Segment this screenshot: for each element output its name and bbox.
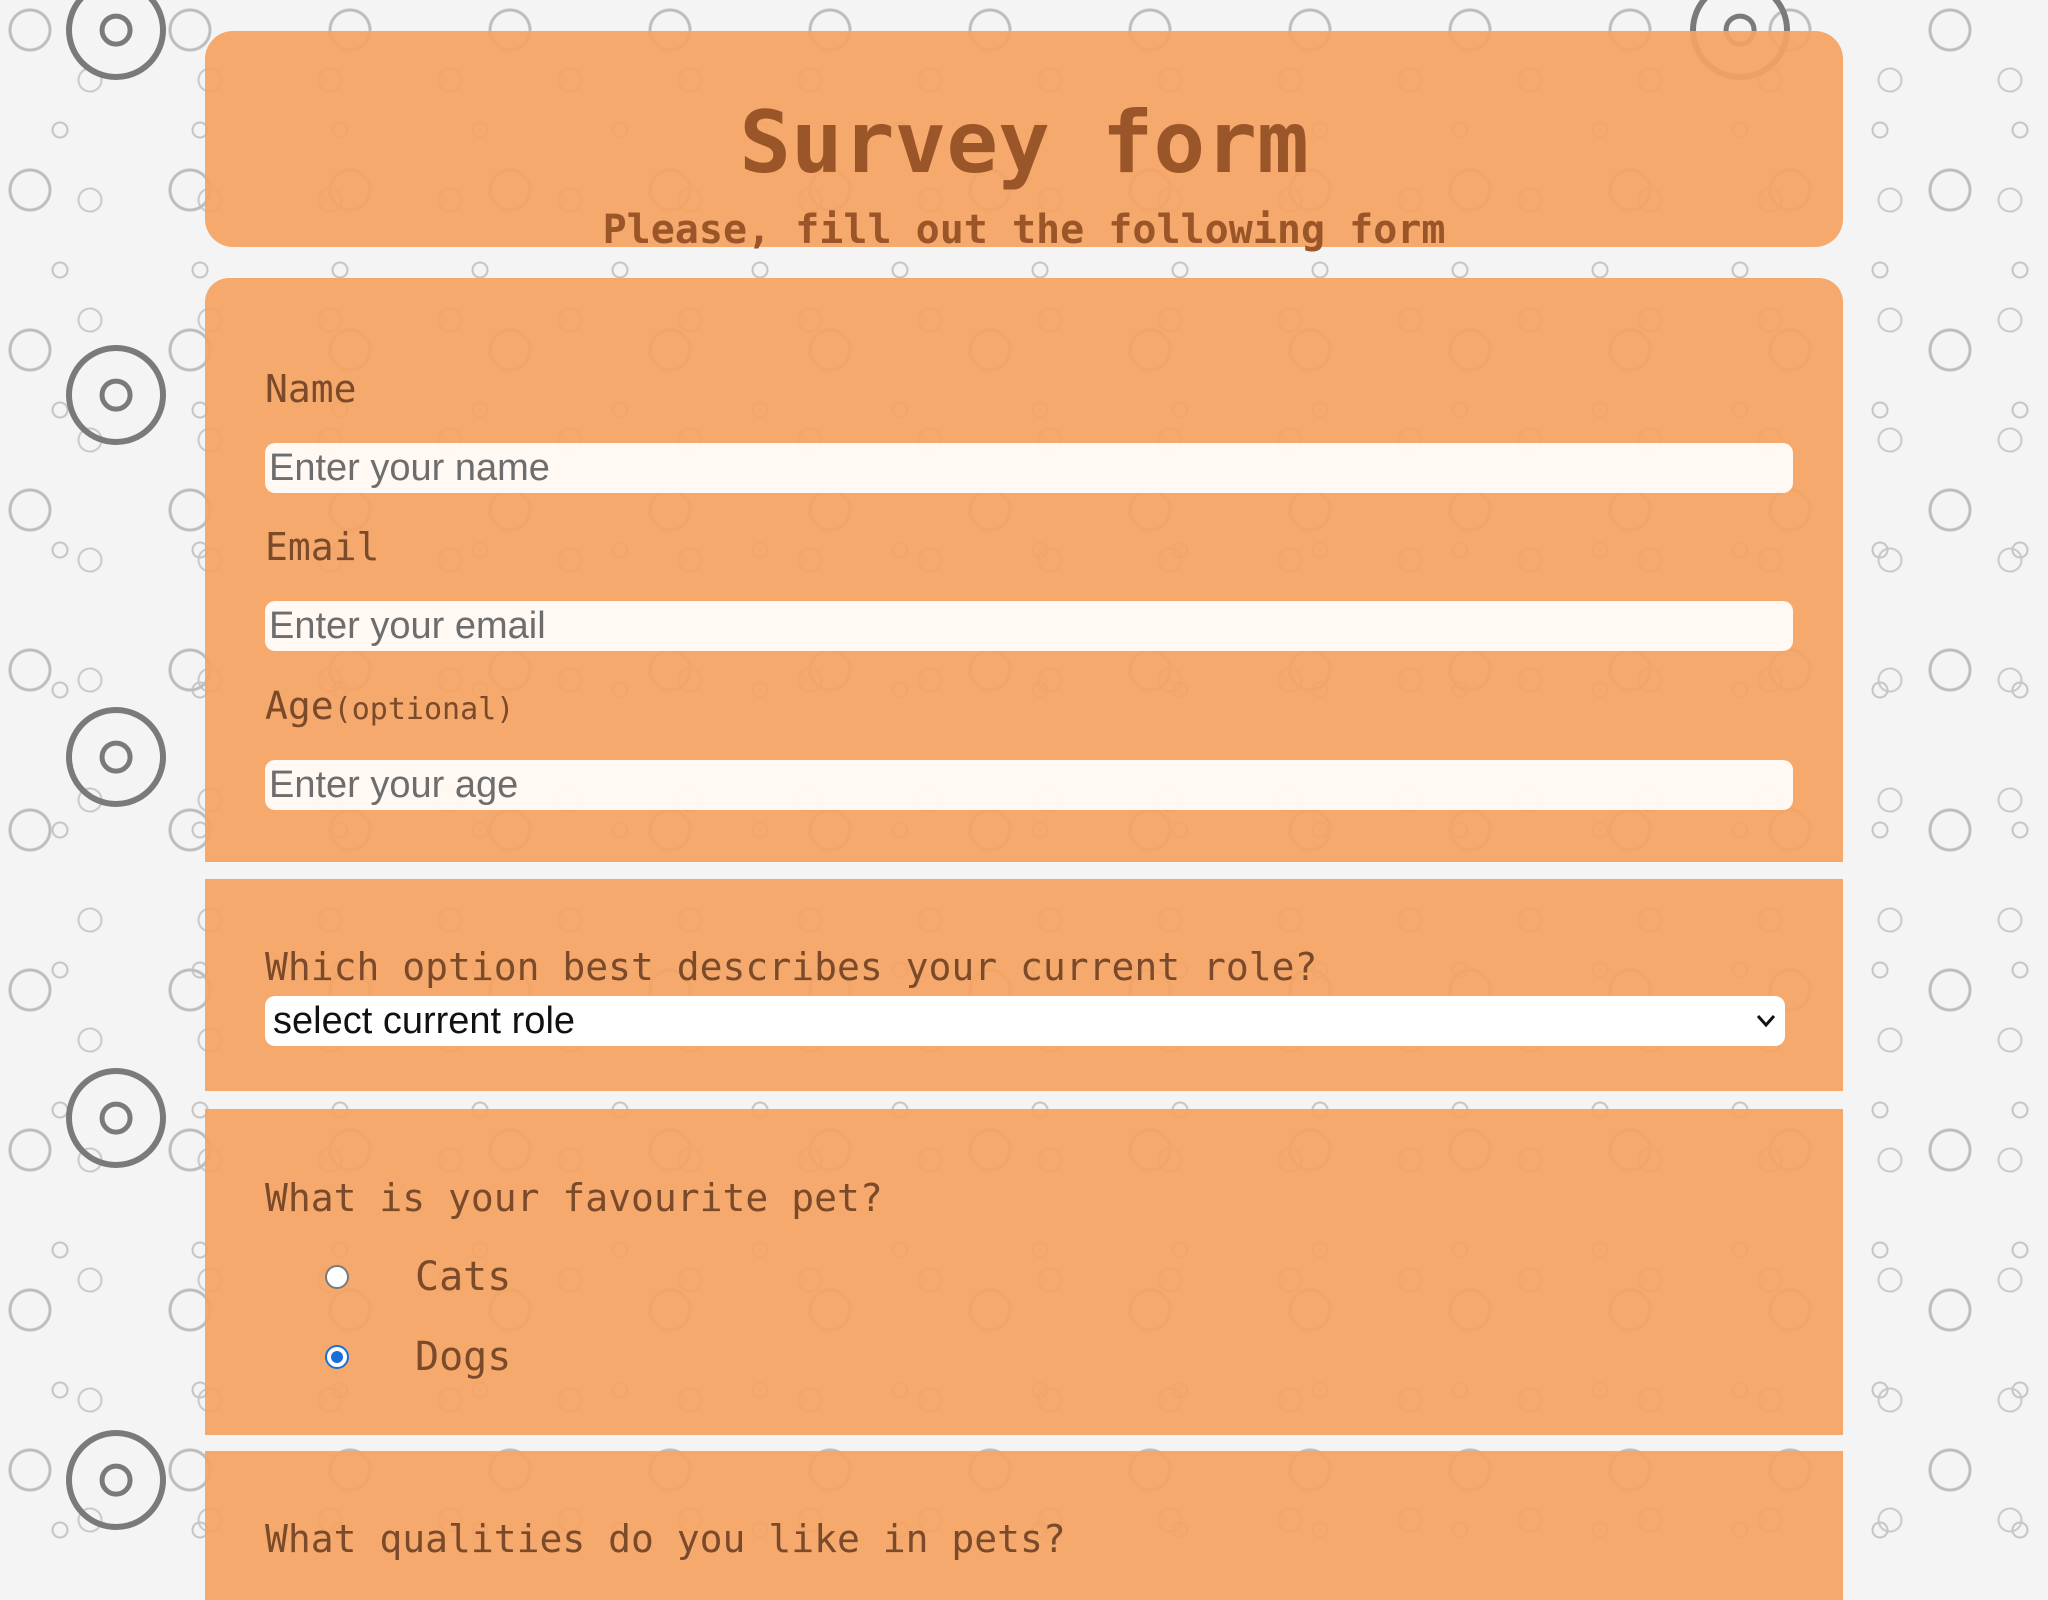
qualities-question: What qualities do you like in pets? xyxy=(265,1517,1066,1561)
qualities-section: What qualities do you like in pets? xyxy=(205,1451,1843,1600)
pet-pattern-wheel-icon xyxy=(66,345,166,445)
favourite-pet-section: What is your favourite pet? Cats Dogs xyxy=(205,1109,1843,1435)
dogs-radio[interactable] xyxy=(325,1345,349,1369)
chevron-down-icon xyxy=(1755,996,1777,1062)
email-input[interactable] xyxy=(265,601,1793,651)
role-select[interactable]: select current role xyxy=(265,996,1785,1046)
page-subtitle: Please, fill out the following form xyxy=(602,207,1446,253)
pet-pattern-wheel-icon xyxy=(66,1430,166,1530)
age-optional-note: (optional) xyxy=(333,692,515,727)
name-label: Name xyxy=(265,367,357,411)
email-label: Email xyxy=(265,525,380,569)
radio-option-cats[interactable]: Cats xyxy=(325,1254,511,1300)
age-label: Age(optional) xyxy=(265,683,514,733)
pet-question: What is your favourite pet? xyxy=(265,1176,883,1220)
radio-option-dogs[interactable]: Dogs xyxy=(325,1334,511,1380)
age-label-text: Age xyxy=(265,684,334,728)
page-title: Survey form xyxy=(739,93,1309,193)
pet-pattern-wheel-icon xyxy=(66,0,166,80)
cats-radio[interactable] xyxy=(325,1265,349,1289)
personal-info-section: Name Email Age(optional) xyxy=(205,278,1843,862)
age-input[interactable] xyxy=(265,760,1793,810)
role-select-value: select current role xyxy=(273,1000,576,1042)
survey-header: Survey form Please, fill out the followi… xyxy=(205,31,1843,253)
role-question: Which option best describes your current… xyxy=(265,945,1318,989)
cats-radio-label: Cats xyxy=(415,1254,512,1300)
pet-pattern-wheel-icon xyxy=(66,1068,166,1168)
role-section: Which option best describes your current… xyxy=(205,879,1843,1091)
pet-pattern-wheel-icon xyxy=(66,707,166,807)
dogs-radio-label: Dogs xyxy=(415,1334,512,1380)
name-input[interactable] xyxy=(265,443,1793,493)
